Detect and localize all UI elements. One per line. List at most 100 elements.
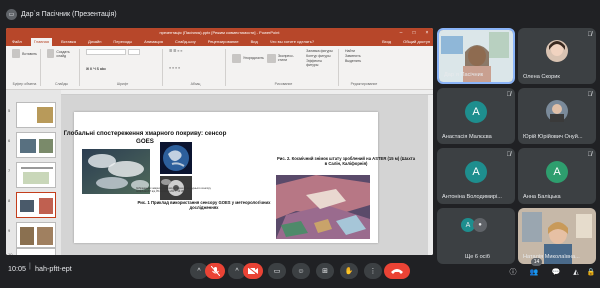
host-controls-button[interactable]: 🔒 xyxy=(584,265,598,279)
share-button[interactable]: Общий доступ xyxy=(400,38,433,46)
mic-off-icon xyxy=(210,266,220,276)
activities-button[interactable]: ◭ xyxy=(569,265,583,279)
participant-name: Олена Скорик xyxy=(523,74,560,80)
slide-number: 9 xyxy=(8,228,11,233)
captions-button[interactable]: ▭ xyxy=(268,263,286,279)
people-icon: 👥 xyxy=(529,269,539,276)
participant-name: Юрій Юрійович Онуй... xyxy=(523,134,583,140)
font-group: Ж К Ч S abc Шрифт xyxy=(83,49,163,86)
sign-in-link[interactable]: Вход xyxy=(379,38,394,46)
tab-slideshow[interactable]: Слайд-шоу xyxy=(172,38,199,46)
chevron-up-icon: ^ xyxy=(235,267,239,275)
people-button[interactable]: 👥 xyxy=(527,265,541,279)
more-participants-tile[interactable]: A ● Ще 6 осіб xyxy=(437,208,515,264)
meeting-code: hah-pftt-ept xyxy=(35,264,72,273)
captions-icon: ▭ xyxy=(273,268,281,275)
tab-transitions[interactable]: Переходы xyxy=(110,38,135,46)
slide-thumbnail[interactable] xyxy=(16,222,56,248)
ppt-window-title: презентація (Пасічник).pptx [Режим совме… xyxy=(159,30,280,35)
ppt-ribbon: Вставить Буфер обмена Создать слайд Слай… xyxy=(6,46,433,90)
minimize-icon[interactable]: – xyxy=(395,28,407,37)
paste-button[interactable]: Вставить xyxy=(12,49,37,58)
participant-tile[interactable]: 🎙̸ А Антоніна Володимирі... xyxy=(437,148,515,204)
emoji-button[interactable]: ☺ xyxy=(292,263,310,279)
slide-thumbnail-pane: 5 6 7 8 9 10 xyxy=(6,90,61,255)
raise-hand-button[interactable]: ✋ xyxy=(340,263,358,279)
leave-call-button[interactable] xyxy=(384,263,410,279)
meeting-details-button[interactable]: ⓘ xyxy=(506,265,520,279)
replace-button[interactable]: Заменить xyxy=(345,54,383,58)
figure-1-caption: Рис. 1 Приклад використання сенсору GOES… xyxy=(137,200,271,211)
clipboard-group: Вставить Буфер обмена xyxy=(9,49,41,86)
camera-off-icon xyxy=(248,267,258,275)
participant-tile[interactable]: 🎙̸ Юрій Юрійович Онуй... xyxy=(518,88,596,144)
participant-count-badge: 14 xyxy=(531,258,542,266)
more-participants-label: Ще 6 осіб xyxy=(465,254,490,260)
participant-tile-presenter[interactable]: Дар`я Пасічник xyxy=(437,28,515,84)
activities-icon: ◭ xyxy=(573,269,579,276)
slide-thumbnail-selected[interactable] xyxy=(16,192,56,218)
ppt-title-bar: презентація (Пасічник).pptx [Режим совме… xyxy=(6,28,433,37)
tab-file[interactable]: Файл xyxy=(9,38,25,46)
present-screen-icon: ⊞ xyxy=(322,268,328,275)
slide-thumbnail[interactable] xyxy=(16,102,56,128)
participant-tile[interactable]: 🎙̸ А Анна Баліцька xyxy=(518,148,596,204)
chat-button[interactable]: 💬 xyxy=(549,265,563,279)
close-icon[interactable]: × xyxy=(421,28,433,37)
shape-outline-button[interactable]: Контур фигуры xyxy=(306,54,335,58)
shape-fill-button[interactable]: Заливка фигуры xyxy=(306,49,335,53)
lock-icon: 🔒 xyxy=(586,269,596,276)
font-label: Шрифт xyxy=(116,82,129,86)
list-buttons[interactable]: ☰ ☰ ≡ ≡ xyxy=(169,49,222,53)
slide-title: Глобальні спостереження хмарного покриву… xyxy=(63,130,227,145)
slide-thumbnail[interactable] xyxy=(16,248,56,255)
align-buttons[interactable]: ≡ ≡ ≡ ≡ xyxy=(169,66,222,70)
tab-design[interactable]: Дизайн xyxy=(85,38,104,46)
vertical-scrollbar[interactable] xyxy=(428,95,433,255)
find-button[interactable]: Найти xyxy=(345,49,383,53)
tell-me-search[interactable]: Что вы хотите сделать? xyxy=(267,38,317,46)
camera-toggle-button[interactable] xyxy=(243,263,263,279)
ppt-ribbon-tabs: Файл Главная Вставка Дизайн Переходы Ани… xyxy=(6,37,433,46)
participant-avatar-photo xyxy=(546,100,568,122)
participant-tile[interactable]: 🎙̸ Олена Скорик xyxy=(518,28,596,84)
separator: | xyxy=(29,263,31,270)
aster-satellite-image xyxy=(276,175,370,239)
select-button[interactable]: Выделить xyxy=(345,59,383,63)
image-small-caption: Зображення хмарного покриву з Першого се… xyxy=(136,187,211,194)
slide-number: 5 xyxy=(8,108,11,113)
tab-home[interactable]: Главная xyxy=(30,38,53,46)
tab-insert[interactable]: Вставка xyxy=(58,38,79,46)
presenter-label: ▭ Дар`я Пасічник (Презентація) xyxy=(6,6,117,22)
editing-group: Найти Заменить Выделить Редактирование xyxy=(342,49,386,86)
font-controls[interactable] xyxy=(86,49,159,55)
participant-tile[interactable]: Наталія Миколаївна... xyxy=(518,208,596,264)
meeting-time: 10:05 xyxy=(8,264,26,273)
font-style-buttons[interactable]: Ж К Ч S abc xyxy=(86,67,159,71)
chat-icon: 💬 xyxy=(551,269,561,276)
participant-name: Анастасія Малєєва xyxy=(442,134,492,140)
participant-tile[interactable]: 🎙̸ А Анастасія Малєєва xyxy=(437,88,515,144)
new-slide-icon xyxy=(47,49,55,58)
tab-view[interactable]: Вид xyxy=(248,38,261,46)
slide-thumbnail[interactable] xyxy=(16,162,56,188)
mic-toggle-button[interactable] xyxy=(205,263,225,279)
tab-review[interactable]: Рецензирование xyxy=(205,38,242,46)
quick-styles-button[interactable]: Экспресс-стили xyxy=(266,49,303,67)
participant-name: Дар`я Пасічник xyxy=(444,72,484,78)
screen-share-icon: ▭ xyxy=(6,8,17,20)
slide-thumbnail[interactable] xyxy=(16,132,56,158)
slide-number: 7 xyxy=(8,168,11,173)
shape-effects-button[interactable]: Эффекты фигуры xyxy=(306,59,335,67)
new-slide-button[interactable]: Создать слайд xyxy=(47,49,76,58)
maximize-icon[interactable]: □ xyxy=(408,28,420,37)
hand-icon: ✋ xyxy=(344,268,354,275)
paste-icon xyxy=(12,49,21,58)
arrange-button[interactable]: Упорядочить xyxy=(232,49,264,67)
more-options-button[interactable]: ⋮ xyxy=(364,263,382,279)
tab-animations[interactable]: Анимация xyxy=(141,38,166,46)
info-icon: ⓘ xyxy=(509,269,517,276)
avatar: ● xyxy=(473,218,487,232)
present-button[interactable]: ⊞ xyxy=(316,263,334,279)
mic-off-icon: 🎙̸ xyxy=(587,32,593,38)
